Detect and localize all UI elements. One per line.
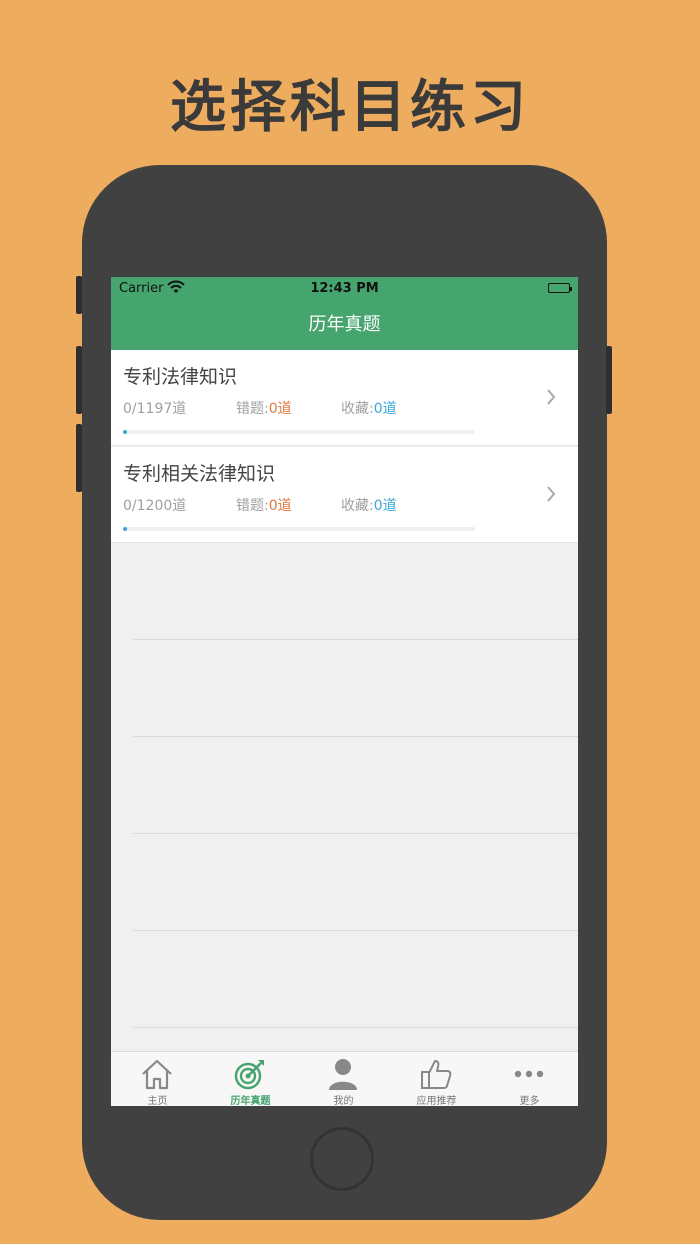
- tab-label: 主页: [147, 1096, 168, 1106]
- more-dots-icon: [514, 1070, 544, 1078]
- phone-volume-down: [76, 424, 82, 492]
- empty-row-separator: [133, 1027, 578, 1028]
- tab-mine[interactable]: 我的: [297, 1052, 390, 1106]
- tab-past-exams[interactable]: 历年真题: [204, 1052, 297, 1106]
- phone-volume-up: [76, 346, 82, 414]
- tab-label: 历年真题: [230, 1096, 271, 1106]
- chevron-right-icon: [546, 388, 556, 410]
- home-icon: [142, 1059, 172, 1090]
- status-bar: Carrier 12:43 PM: [111, 277, 578, 301]
- progress-count: 0/1197道: [123, 401, 187, 417]
- favorite-label: 收藏:: [341, 401, 374, 417]
- subject-title: 专利相关法律知识: [123, 463, 276, 485]
- target-icon: [234, 1060, 264, 1090]
- progress-count: 0/1200道: [123, 498, 187, 514]
- wrong-count: 错题:0道: [236, 495, 292, 515]
- favorite-value: 0道: [373, 401, 397, 417]
- progress-bar: [123, 430, 127, 434]
- tab-label: 我的: [333, 1096, 354, 1106]
- subject-row[interactable]: 专利法律知识 0/1197道 错题:0道 收藏:0道: [111, 350, 578, 446]
- tab-label: 应用推荐: [416, 1096, 457, 1106]
- promo-headline: 选择科目练习: [170, 74, 530, 140]
- empty-row-separator: [133, 736, 578, 737]
- tab-home[interactable]: 主页: [111, 1052, 204, 1106]
- wrong-label: 错题:: [236, 401, 269, 417]
- wrong-value: 0道: [268, 498, 292, 514]
- nav-bar: 历年真题: [111, 301, 578, 350]
- empty-row-separator: [133, 639, 578, 640]
- wrong-count: 错题:0道: [236, 398, 292, 418]
- tab-bar: 主页 历年真题 我的 应用推荐 更多: [111, 1051, 578, 1106]
- tab-app-recommend[interactable]: 应用推荐: [390, 1052, 483, 1106]
- progress-track: [123, 527, 475, 531]
- tab-more[interactable]: 更多: [483, 1052, 576, 1106]
- battery-icon: [548, 283, 572, 293]
- wrong-value: 0道: [268, 401, 292, 417]
- favorite-label: 收藏:: [341, 498, 374, 514]
- clock-label: 12:43 PM: [310, 281, 379, 296]
- progress-bar: [123, 527, 127, 531]
- phone-mute-switch: [76, 276, 82, 314]
- chevron-right-icon: [546, 485, 556, 507]
- phone-power-button: [606, 346, 612, 414]
- empty-row-separator: [133, 833, 578, 834]
- person-icon: [329, 1059, 357, 1090]
- favorite-count: 收藏:0道: [341, 398, 397, 418]
- nav-title: 历年真题: [308, 314, 381, 335]
- empty-row-separator: [133, 930, 578, 931]
- tab-label: 更多: [519, 1096, 540, 1106]
- favorite-count: 收藏:0道: [341, 495, 397, 515]
- favorite-value: 0道: [373, 498, 397, 514]
- subject-title: 专利法律知识: [123, 366, 238, 388]
- wrong-label: 错题:: [236, 498, 269, 514]
- subject-row[interactable]: 专利相关法律知识 0/1200道 错题:0道 收藏:0道: [111, 447, 578, 543]
- phone-home-button: [310, 1127, 374, 1191]
- progress-track: [123, 430, 475, 434]
- thumbs-up-icon: [421, 1060, 452, 1089]
- app-screen: Carrier 12:43 PM 历年真题 专利法律知识 0/1197道 错题:…: [111, 277, 578, 1106]
